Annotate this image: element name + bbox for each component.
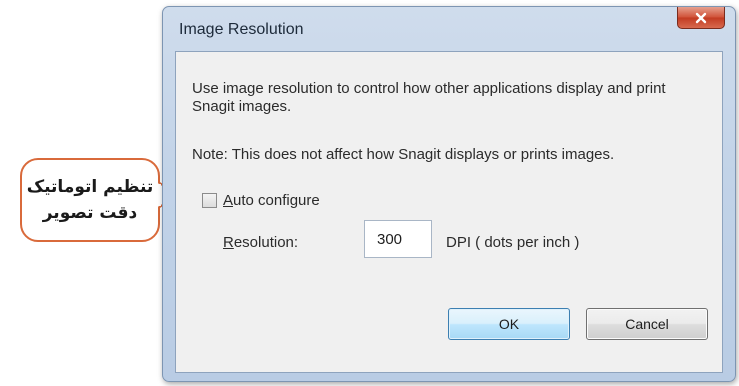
dpi-unit-label: DPI ( dots per inch ) [446,234,580,251]
resolution-mnemonic: R [223,234,234,251]
callout-line-2: دقت تصویر [42,203,138,223]
close-button[interactable] [677,7,725,29]
ok-button[interactable]: OK [448,308,570,340]
description-text: Use image resolution to control how othe… [192,80,666,115]
auto-configure-label-rest: uto configure [233,191,320,209]
auto-configure-mnemonic: A [223,191,234,209]
auto-configure-row[interactable]: Auto configure [202,190,320,210]
close-x-icon [695,12,707,23]
image-resolution-dialog: Image Resolution Use image resolution to… [162,6,736,382]
dialog-title: Image Resolution [179,21,304,38]
callout-annotation: تنظیم اتوماتیک دقت تصویر [20,158,160,242]
cancel-button[interactable]: Cancel [586,308,708,340]
title-bar[interactable]: Image Resolution [163,7,735,51]
resolution-label: Resolution: [223,234,298,251]
auto-configure-label[interactable]: Auto configure [223,192,320,209]
callout-line-1: تنظیم اتوماتیک [26,177,154,197]
dialog-client-area: Use image resolution to control how othe… [175,51,723,373]
note-text: Note: This does not affect how Snagit di… [192,146,615,163]
resolution-input[interactable] [364,220,432,258]
resolution-label-rest: esolution: [233,234,299,251]
auto-configure-checkbox[interactable] [202,192,217,208]
